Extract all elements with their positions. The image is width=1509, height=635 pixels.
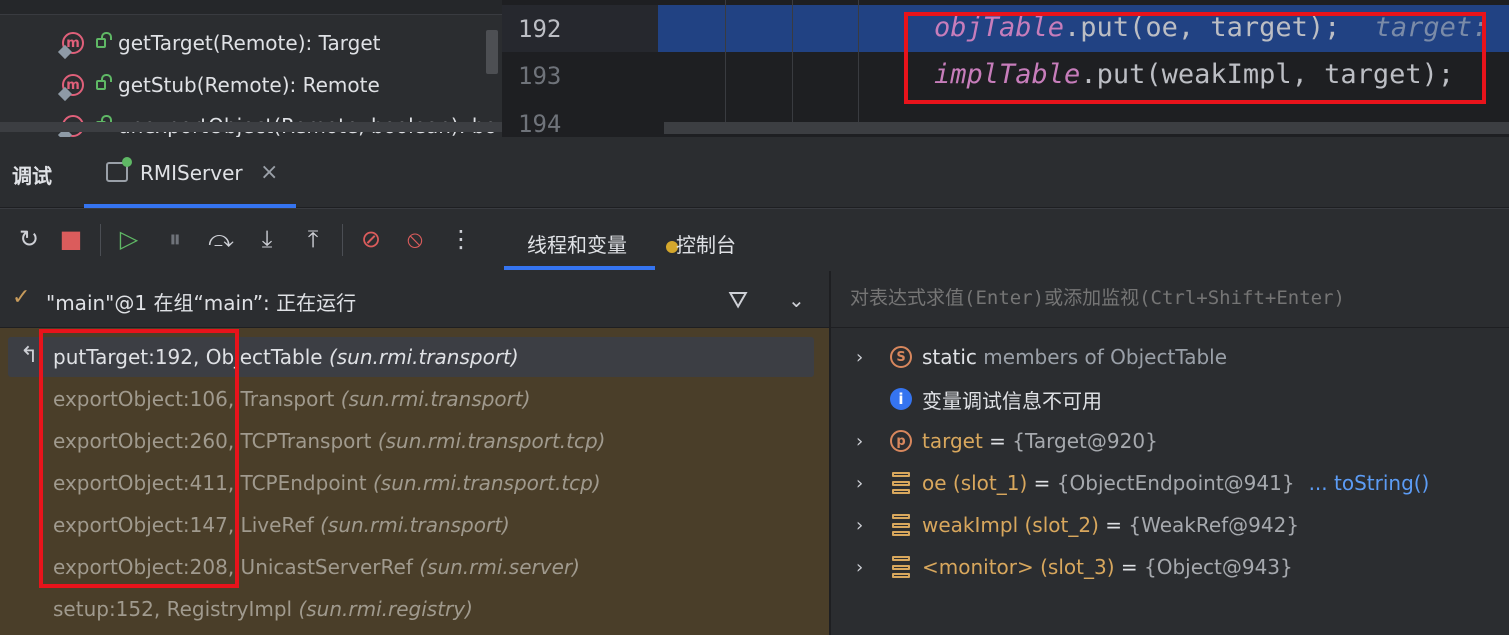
method-icon: m [57, 74, 84, 102]
variable-value: {Target@920} [1012, 429, 1158, 453]
tostring-link[interactable]: ... toString() [1309, 471, 1430, 495]
tab-console[interactable]: 控制台 [676, 229, 736, 258]
info-message: 变量调试信息不可用 [922, 388, 1102, 413]
structure-top-band [0, 0, 502, 15]
frame-method: setup:152, RegistryImpl [53, 597, 293, 621]
variable-name: target [922, 429, 983, 453]
frame-package: (sun.rmi.transport.tcp) [377, 429, 606, 453]
resume-icon[interactable]: ▷ [114, 224, 144, 254]
tab-threads-label: 线程和变量 [527, 233, 627, 257]
local-slot-icon [892, 514, 910, 536]
frame-package: (sun.rmi.transport) [328, 345, 519, 369]
filter-icon[interactable]: ⛛ [728, 286, 748, 314]
parameter-icon: p [890, 430, 912, 452]
line-number[interactable]: 194 [518, 110, 561, 138]
public-lock-icon [96, 74, 112, 90]
variable-row-target[interactable]: › p target = {Target@920} [856, 421, 1158, 461]
expand-chevron-icon[interactable]: › [856, 473, 874, 494]
frame-package: (sun.rmi.registry) [298, 597, 473, 621]
mute-breakpoints-icon[interactable]: ⦸ [400, 224, 430, 254]
rerun-icon[interactable]: ↻ [14, 224, 44, 254]
variable-equals: = [1033, 471, 1051, 495]
variable-equals: = [1120, 555, 1138, 579]
variable-value: {Object@943} [1144, 555, 1293, 579]
editor-horizontal-scrollbar[interactable] [664, 122, 1509, 134]
structure-panel: m getTarget(Remote): Target m getStub(Re… [0, 0, 502, 137]
structure-horizontal-scrollbar[interactable] [0, 122, 502, 132]
toolbar-separator [342, 224, 343, 256]
view-breakpoints-icon[interactable]: ⊘ [356, 224, 386, 254]
frame-package: (sun.rmi.server) [419, 555, 580, 579]
frame-row[interactable]: setup:152, RegistryImpl (sun.rmi.registr… [8, 589, 814, 629]
structure-item-getstub[interactable]: m getStub(Remote): Remote [57, 70, 380, 102]
variable-value: members of ObjectTable [983, 345, 1228, 369]
structure-item-label: getStub(Remote): Remote [118, 73, 380, 97]
frame-package: (sun.rmi.transport.tcp) [373, 471, 601, 495]
variable-value: {ObjectEndpoint@941} [1056, 471, 1295, 495]
expand-chevron-icon[interactable]: › [856, 347, 874, 368]
step-into-icon[interactable]: ⤓ [252, 224, 282, 254]
variable-name: static [922, 345, 977, 369]
current-frame-arrow-icon: ↰ [20, 343, 39, 368]
local-slot-icon [892, 556, 910, 578]
close-tab-icon[interactable]: × [260, 160, 278, 185]
evaluate-expression-input[interactable] [848, 286, 1502, 310]
line-number[interactable]: 192 [518, 15, 561, 43]
frame-package: (sun.rmi.transport) [320, 513, 510, 537]
toolbar-separator [100, 224, 101, 256]
variable-row-static[interactable]: › S static members of ObjectTable [856, 337, 1227, 377]
public-lock-icon [96, 32, 112, 48]
variable-value: {WeakRef@942} [1128, 513, 1300, 537]
thread-label: "main"@1 在组“main”: 正在运行 [46, 291, 357, 315]
session-tab-label: RMIServer [140, 161, 243, 185]
variable-equals: = [989, 429, 1006, 453]
variable-equals: = [1105, 513, 1122, 537]
running-status-dot [122, 157, 132, 167]
stop-icon[interactable]: ■ [56, 224, 86, 254]
tool-window-title: 调试 [12, 164, 52, 188]
frame-package: (sun.rmi.transport) [340, 387, 531, 411]
step-out-icon[interactable]: ⤒ [298, 224, 328, 254]
structure-item-label: getTarget(Remote): Target [118, 31, 381, 55]
variable-row-info: i 变量调试信息不可用 [856, 379, 1102, 419]
pause-icon[interactable]: ⏸ [160, 224, 190, 254]
more-options-icon[interactable]: ⋮ [446, 224, 476, 254]
static-members-icon: S [890, 346, 912, 368]
info-icon: i [890, 388, 912, 410]
indent-guide [858, 0, 859, 122]
variable-name: weakImpl (slot_2) [922, 513, 1099, 537]
frames-annotation-box [39, 329, 239, 588]
variable-row-monitor[interactable]: › <monitor> (slot_3) = {Object@943} [856, 547, 1293, 587]
local-slot-icon [892, 472, 910, 494]
active-tab-indicator [504, 266, 655, 270]
variable-row-weakimpl[interactable]: › weakImpl (slot_2) = {WeakRef@942} [856, 505, 1299, 545]
expand-chevron-icon[interactable]: › [856, 431, 874, 452]
variable-name: <monitor> (slot_3) [922, 555, 1115, 579]
line-number[interactable]: 193 [518, 62, 561, 90]
indent-guide [792, 0, 793, 122]
code-annotation-box [904, 12, 1486, 104]
variable-row-oe[interactable]: › oe (slot_1) = {ObjectEndpoint@941} ...… [856, 463, 1429, 503]
step-over-icon[interactable]: ⤼ [206, 224, 236, 254]
chevron-down-icon[interactable]: ⌄ [788, 288, 805, 312]
structure-item-gettarget[interactable]: m getTarget(Remote): Target [57, 28, 381, 60]
thread-running-check-icon: ✓ [12, 285, 31, 310]
expand-chevron-icon[interactable]: › [856, 515, 874, 536]
method-icon: m [57, 32, 84, 60]
variable-name: oe (slot_1) [922, 471, 1028, 495]
indent-guide [725, 0, 726, 122]
expand-chevron-icon[interactable]: › [856, 557, 874, 578]
structure-vertical-scrollbar[interactable] [486, 30, 498, 74]
